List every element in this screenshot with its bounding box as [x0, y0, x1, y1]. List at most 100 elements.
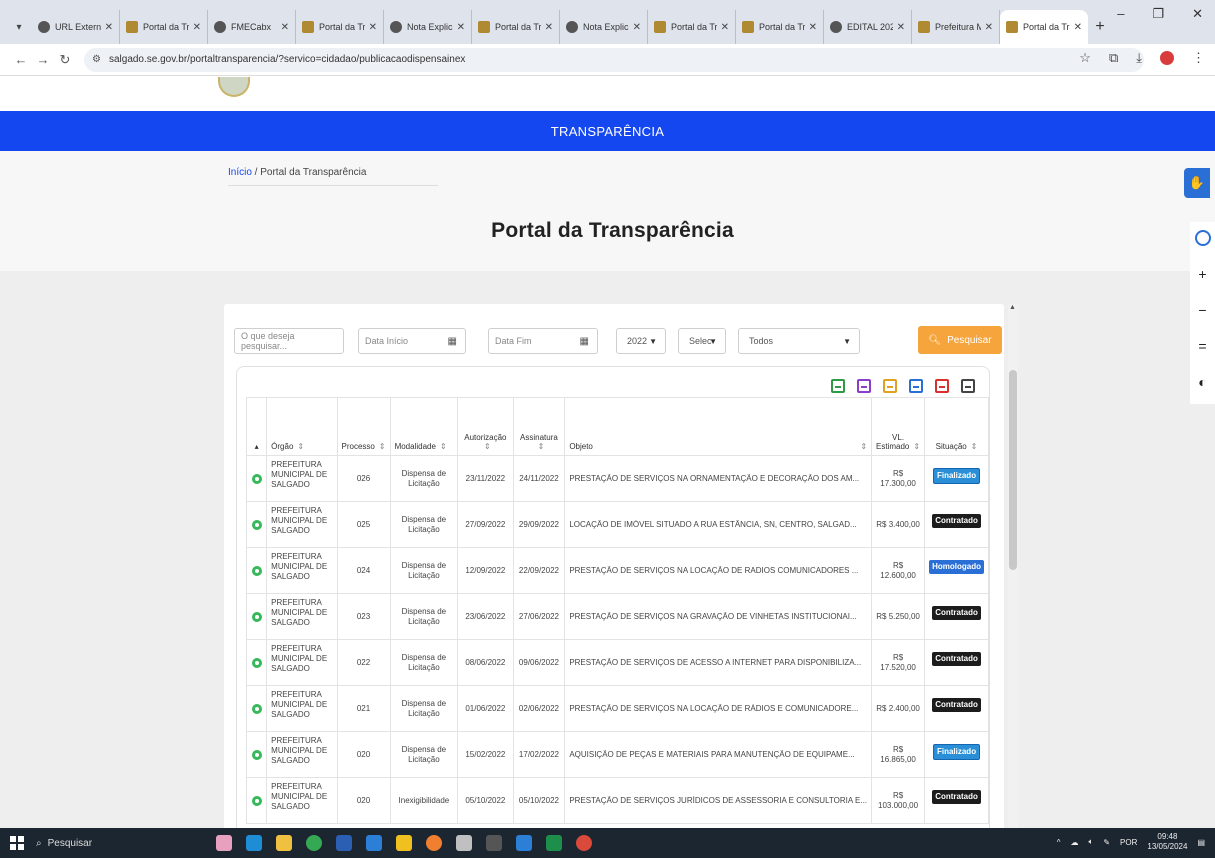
firefox-icon[interactable]: [426, 835, 442, 851]
sort-expand-header[interactable]: ▴: [245, 397, 268, 456]
column-header-assinatura[interactable]: Assinatura ⇕: [512, 397, 566, 456]
contrast-icon[interactable]: ◐: [1198, 374, 1206, 390]
close-tab-icon[interactable]: ✕: [193, 22, 201, 33]
export-pdf-icon[interactable]: [935, 379, 949, 393]
sign-language-icon[interactable]: ✋: [1184, 168, 1210, 198]
export-xls-icon[interactable]: [883, 379, 897, 393]
browser-tab[interactable]: Portal da Tra ✕: [120, 10, 208, 44]
browser-tab[interactable]: Nota Explica ✕: [560, 10, 648, 44]
network-icon[interactable]: ☁: [1071, 838, 1079, 847]
increase-font-icon[interactable]: +: [1198, 266, 1206, 282]
reset-font-icon[interactable]: =: [1198, 338, 1206, 354]
row-expand-cell[interactable]: [245, 685, 268, 732]
browser-menu-icon[interactable]: ⋮: [1192, 50, 1205, 66]
column-header-autorizacao[interactable]: Autorização ⇕: [457, 397, 514, 456]
scrollbar-thumb[interactable]: [1009, 370, 1017, 570]
browser-tab[interactable]: FMECabx ✕: [208, 10, 296, 44]
browser-tab[interactable]: Prefeitura M ✕: [912, 10, 1000, 44]
close-tab-icon[interactable]: ✕: [369, 22, 377, 33]
close-tab-icon[interactable]: ✕: [897, 22, 905, 33]
close-tab-icon[interactable]: ✕: [457, 22, 465, 33]
table-row[interactable]: PREFEITURA MUNICIPAL DE SALGADO 020 Dispen…: [245, 731, 989, 778]
flowers-widget-icon[interactable]: [216, 835, 232, 851]
back-icon[interactable]: ←: [10, 52, 32, 67]
row-expand-cell[interactable]: [245, 501, 268, 548]
table-row[interactable]: PREFEITURA MUNICIPAL DE SALGADO 023 Dispen…: [245, 593, 989, 640]
date-end-input[interactable]: Data Fim ▦: [488, 328, 598, 354]
expand-row-icon[interactable]: [251, 474, 262, 484]
browser-tab[interactable]: Portal da Tra ✕: [648, 10, 736, 44]
breadcrumb-home-link[interactable]: Início: [228, 167, 252, 178]
browser-tab[interactable]: URL Externa ✕: [32, 10, 120, 44]
tab-search-icon[interactable]: ▾: [6, 10, 32, 44]
expand-row-icon[interactable]: [251, 566, 262, 576]
close-window-icon[interactable]: ✕: [1192, 6, 1203, 22]
calculator-icon[interactable]: [486, 835, 502, 851]
close-tab-icon[interactable]: ✕: [281, 22, 289, 33]
browser-tab[interactable]: Portal da Tra ✕: [1000, 10, 1088, 44]
word-icon[interactable]: [516, 835, 532, 851]
type-select[interactable]: Selec ▼: [678, 328, 726, 354]
close-tab-icon[interactable]: ✕: [545, 22, 553, 33]
accessibility-icon[interactable]: [1194, 230, 1211, 246]
row-expand-cell[interactable]: [245, 731, 268, 778]
table-row[interactable]: PREFEITURA MUNICIPAL DE SALGADO 020 Inexig…: [245, 777, 989, 824]
table-row[interactable]: PREFEITURA MUNICIPAL DE SALGADO 025 Dispen…: [245, 501, 989, 548]
close-tab-icon[interactable]: ✕: [1074, 22, 1082, 33]
close-tab-icon[interactable]: ✕: [105, 22, 113, 33]
browser-tab[interactable]: Nota Explica ✕: [384, 10, 472, 44]
expand-row-icon[interactable]: [251, 704, 262, 714]
reload-icon[interactable]: ↻: [54, 52, 76, 68]
row-expand-cell[interactable]: [245, 777, 268, 824]
table-row[interactable]: PREFEITURA MUNICIPAL DE SALGADO 021 Dispen…: [245, 685, 989, 732]
browser-tab[interactable]: Portal da Tra ✕: [296, 10, 384, 44]
table-row[interactable]: PREFEITURA MUNICIPAL DE SALGADO 026 Dispen…: [245, 455, 989, 502]
bookmark-star-icon[interactable]: ☆: [1079, 50, 1091, 66]
windows-start-icon[interactable]: [6, 832, 28, 854]
profile-avatar[interactable]: [1160, 51, 1174, 65]
new-tab-button[interactable]: +: [1088, 10, 1112, 44]
export-doc-icon[interactable]: [909, 379, 923, 393]
tray-chevron-icon[interactable]: ^: [1057, 838, 1061, 847]
calendar-icon[interactable]: ▦: [448, 336, 457, 347]
browser-tab[interactable]: Portal da Tra ✕: [736, 10, 824, 44]
search-input[interactable]: O que deseja pesquisar...: [234, 328, 344, 354]
municipality-crest-icon[interactable]: [218, 77, 250, 97]
date-start-input[interactable]: Data Início ▦: [358, 328, 466, 354]
row-expand-cell[interactable]: [245, 547, 268, 594]
expand-row-icon[interactable]: [251, 658, 262, 668]
chrome-icon[interactable]: [306, 835, 322, 851]
volume-icon[interactable]: 🔈︎: [1089, 837, 1094, 847]
row-expand-cell[interactable]: [245, 593, 268, 640]
expand-row-icon[interactable]: [251, 796, 262, 806]
store-icon[interactable]: [336, 835, 352, 851]
close-tab-icon[interactable]: ✕: [985, 22, 993, 33]
minimize-icon[interactable]: –: [1117, 6, 1124, 22]
table-row[interactable]: PREFEITURA MUNICIPAL DE SALGADO 024 Dispen…: [245, 547, 989, 594]
edge-icon[interactable]: [246, 835, 262, 851]
close-tab-icon[interactable]: ✕: [809, 22, 817, 33]
app-icon[interactable]: [456, 835, 472, 851]
browser-tab[interactable]: EDITAL 2024 ✕: [824, 10, 912, 44]
print-icon[interactable]: [961, 379, 975, 393]
url-field[interactable]: ⚙ salgado.se.gov.br/portaltransparencia/…: [84, 47, 1144, 72]
row-expand-cell[interactable]: [245, 639, 268, 686]
column-header-valor[interactable]: VL. Estimado ⇕: [871, 397, 926, 456]
column-header-processo[interactable]: Processo ⇕: [336, 397, 391, 456]
decrease-font-icon[interactable]: −: [1198, 302, 1206, 318]
forward-icon[interactable]: →: [32, 52, 54, 67]
language-indicator[interactable]: POR: [1120, 838, 1137, 847]
export-csv-icon[interactable]: [831, 379, 845, 393]
column-header-orgao[interactable]: Órgão ⇕: [266, 397, 338, 456]
notifications-icon[interactable]: ▤: [1197, 838, 1205, 847]
export-xml-icon[interactable]: [857, 379, 871, 393]
column-header-modalidade[interactable]: Modalidade ⇕: [389, 397, 459, 456]
status-select[interactable]: Todos ▼: [738, 328, 860, 354]
column-header-objeto[interactable]: Objeto ⇕: [564, 397, 873, 456]
year-select[interactable]: 2022 ▼: [616, 328, 666, 354]
file-explorer-icon[interactable]: [276, 835, 292, 851]
browser-tab[interactable]: Portal da Tra ✕: [472, 10, 560, 44]
table-row[interactable]: PREFEITURA MUNICIPAL DE SALGADO 022 Dispen…: [245, 639, 989, 686]
scroll-up-icon[interactable]: ▲: [1009, 304, 1016, 311]
site-info-icon[interactable]: ⚙: [92, 54, 101, 65]
